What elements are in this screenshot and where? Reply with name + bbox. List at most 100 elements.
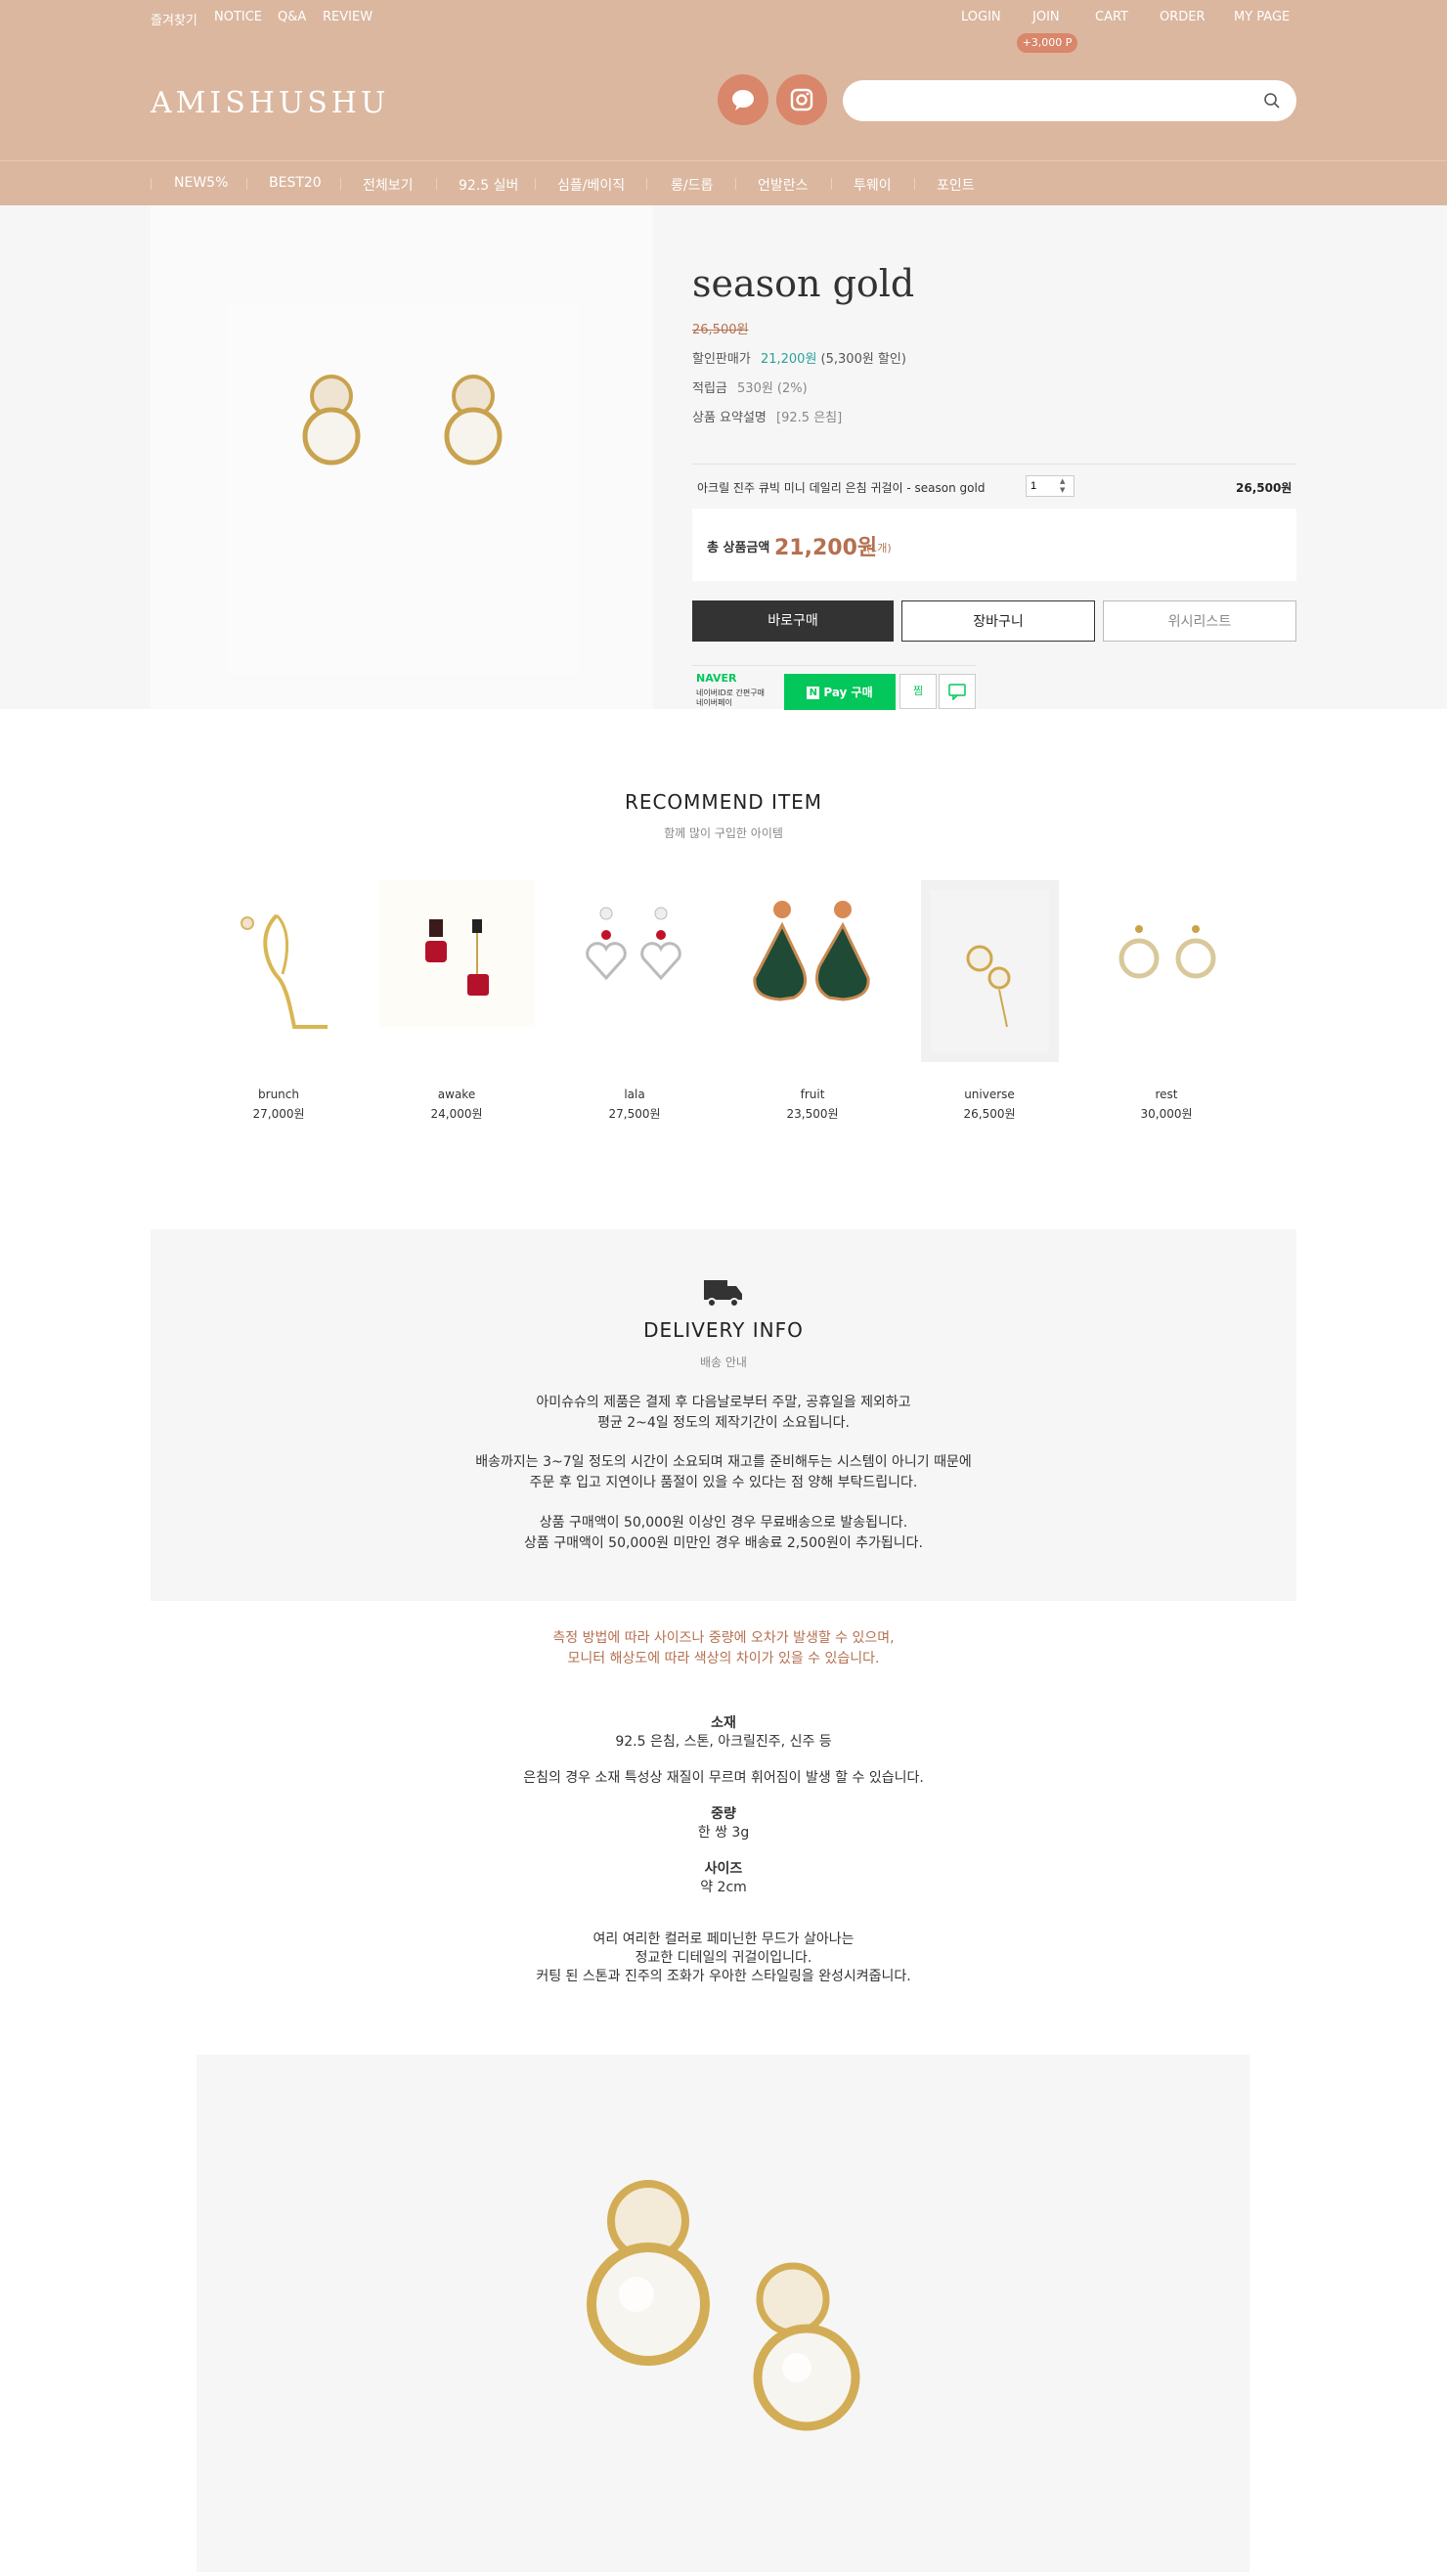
total-label: 총 상품금액	[707, 541, 770, 555]
nav-item-silver[interactable]: 92.5 실버	[459, 175, 518, 195]
nav-item-best[interactable]: BEST20	[269, 175, 322, 191]
recommend-item-name[interactable]: awake	[378, 1088, 535, 1101]
nav-item-simple[interactable]: 심플/베이직	[557, 175, 625, 195]
notice-link[interactable]: NOTICE	[214, 10, 262, 24]
recommend-item-price: 23,500원	[786, 1107, 839, 1121]
recommend-item-image[interactable]	[200, 880, 357, 1062]
delivery-text-line: 배송까지는 3~7일 정도의 시간이 소요되며 재고를 준비해두는 시스템이 아…	[475, 1454, 972, 1470]
join-link[interactable]: JOIN	[1032, 10, 1060, 24]
points-row: 적립금 530원 (2%)	[692, 378, 808, 396]
search-input[interactable]	[860, 89, 1255, 114]
site-logo[interactable]: AMISHUSHU	[151, 86, 389, 120]
nav-divider	[340, 178, 341, 190]
delivery-text-line: 주문 후 입고 지연이나 품절이 있을 수 있다는 점 양해 부탁드립니다.	[529, 1475, 918, 1490]
recommend-item-price: 26,500원	[963, 1107, 1016, 1121]
recommend-item-price: 24,000원	[430, 1107, 483, 1121]
recommend-item-image[interactable]	[1088, 880, 1245, 1062]
delivery-subtitle: 배송 안내	[700, 1355, 747, 1369]
total-price: 21,200원	[774, 536, 878, 560]
npay-label: Pay 구매	[823, 686, 873, 699]
npay-talk-button[interactable]	[939, 674, 976, 709]
recommend-item-name[interactable]: rest	[1088, 1088, 1245, 1101]
material-title: 소재	[711, 1715, 736, 1731]
nav-divider	[246, 178, 247, 190]
option-price: 26,500원	[1236, 481, 1293, 495]
delivery-text-line: 아미슈슈의 제품은 결제 후 다음날로부터 주말, 공휴일을 제외하고	[536, 1395, 911, 1410]
naver-logo: NAVER	[696, 672, 737, 685]
bookmark-link[interactable]: 즐겨찾기	[151, 10, 197, 28]
add-to-cart-button[interactable]: 장바구니	[901, 600, 1095, 642]
nav-divider	[151, 178, 152, 190]
size-title: 사이즈	[704, 1861, 743, 1877]
nav-divider	[646, 178, 647, 190]
order-link[interactable]: ORDER	[1160, 10, 1206, 24]
earring-image	[227, 303, 579, 675]
naver-pay-area: NAVER 네이버ID로 간편구매 네이버페이 N Pay 구매 찜	[692, 665, 976, 710]
delivery-text-line: 상품 구매액이 50,000원 이상인 경우 무료배송으로 발송됩니다.	[539, 1515, 908, 1531]
buy-now-button[interactable]: 바로구매	[692, 600, 894, 642]
material-value: 92.5 은침, 스톤, 아크릴진주, 신주 등	[615, 1734, 832, 1750]
search-icon[interactable]	[1263, 92, 1281, 110]
sale-price-row: 할인판매가 21,200원 (5,300원 할인)	[692, 348, 906, 367]
summary-value: [92.5 은침]	[776, 411, 843, 425]
nav-item-all[interactable]: 전체보기	[363, 175, 414, 195]
nav-item-new[interactable]: NEW5%	[174, 175, 228, 191]
nav-divider	[831, 178, 832, 190]
recommend-item-image[interactable]	[555, 880, 712, 1062]
instagram-button[interactable]	[776, 74, 827, 125]
npay-zzim-button[interactable]: 찜	[899, 674, 937, 709]
recommend-item-name[interactable]: fruit	[734, 1088, 891, 1101]
recommend-subtitle: 함께 많이 구입한 아이템	[664, 826, 783, 840]
nav-divider	[735, 178, 736, 190]
delivery-text-line: 평균 2~4일 정도의 제작기간이 소요됩니다.	[597, 1415, 850, 1431]
search-box	[843, 80, 1296, 121]
points-value: 530원 (2%)	[737, 381, 808, 396]
sale-price-note: (5,300원 할인)	[820, 352, 906, 367]
sale-price-label: 할인판매가	[692, 352, 751, 367]
quantity-up-icon[interactable]: ▲	[1060, 477, 1065, 485]
notice-line: 모니터 해상도에 따라 색상의 차이가 있을 수 있습니다.	[567, 1651, 880, 1666]
weight-title: 중량	[711, 1806, 736, 1822]
nav-item-twoway[interactable]: 투웨이	[854, 175, 892, 195]
truck-icon	[704, 1280, 742, 1308]
description-line: 커팅 된 스톤과 진주의 조화가 우아한 스타일링을 완성시켜줍니다.	[536, 1969, 911, 1984]
npay-n-icon: N	[807, 687, 820, 699]
recommend-item-name[interactable]: lala	[556, 1088, 713, 1101]
description-line: 정교한 디테일의 귀걸이입니다.	[635, 1950, 812, 1966]
material-note: 은침의 경우 소재 특성상 재질이 무르며 휘어짐이 발생 할 수 있습니다.	[523, 1770, 924, 1786]
qna-link[interactable]: Q&A	[278, 10, 306, 24]
top-bar: 즐겨찾기 NOTICE Q&A REVIEW LOGIN JOIN CART O…	[0, 0, 1447, 38]
nav-item-point[interactable]: 포인트	[937, 175, 975, 195]
quantity-input[interactable]	[1029, 478, 1058, 494]
wishlist-button[interactable]: 위시리스트	[1103, 600, 1296, 642]
delivery-title: DELIVERY INFO	[643, 1318, 804, 1342]
detail-product-photo	[197, 2055, 1250, 2572]
login-link[interactable]: LOGIN	[961, 10, 1001, 24]
naver-sub-label-2: 네이버페이	[696, 698, 732, 707]
product-title: season gold	[692, 262, 915, 305]
chat-button[interactable]	[718, 74, 768, 125]
speech-bubble-icon	[732, 90, 754, 111]
review-link[interactable]: REVIEW	[323, 10, 373, 24]
nav-divider	[914, 178, 915, 190]
quantity-down-icon[interactable]: ▼	[1060, 486, 1065, 494]
nav-item-unbalance[interactable]: 언발란스	[758, 175, 809, 195]
quantity-stepper[interactable]: ▲ ▼	[1026, 475, 1074, 497]
product-image[interactable]	[151, 205, 653, 709]
recommend-item-name[interactable]: universe	[911, 1088, 1068, 1101]
recommend-item-image[interactable]	[733, 880, 890, 1062]
recommend-item-price: 30,000원	[1140, 1107, 1193, 1121]
recommend-item-image[interactable]	[378, 880, 535, 1027]
description-line: 여리 여리한 컬러로 페미닌한 무드가 살아나는	[592, 1932, 855, 1947]
total-count: (1개)	[866, 542, 892, 555]
talk-bubble-icon	[948, 684, 966, 700]
npay-button[interactable]: N Pay 구매	[784, 674, 896, 710]
nav-item-drop[interactable]: 롱/드롭	[671, 175, 713, 195]
cart-link[interactable]: CART	[1095, 10, 1128, 24]
mypage-link[interactable]: MY PAGE	[1234, 10, 1290, 24]
delivery-text-line: 상품 구매액이 50,000원 미만인 경우 배송료 2,500원이 추가됩니다…	[523, 1535, 924, 1551]
recommend-item-image[interactable]	[921, 880, 1059, 1062]
main-header: AMISHUSHU	[0, 37, 1447, 160]
recommend-item-name[interactable]: brunch	[200, 1088, 357, 1101]
sale-price-value: 21,200원	[760, 352, 817, 367]
